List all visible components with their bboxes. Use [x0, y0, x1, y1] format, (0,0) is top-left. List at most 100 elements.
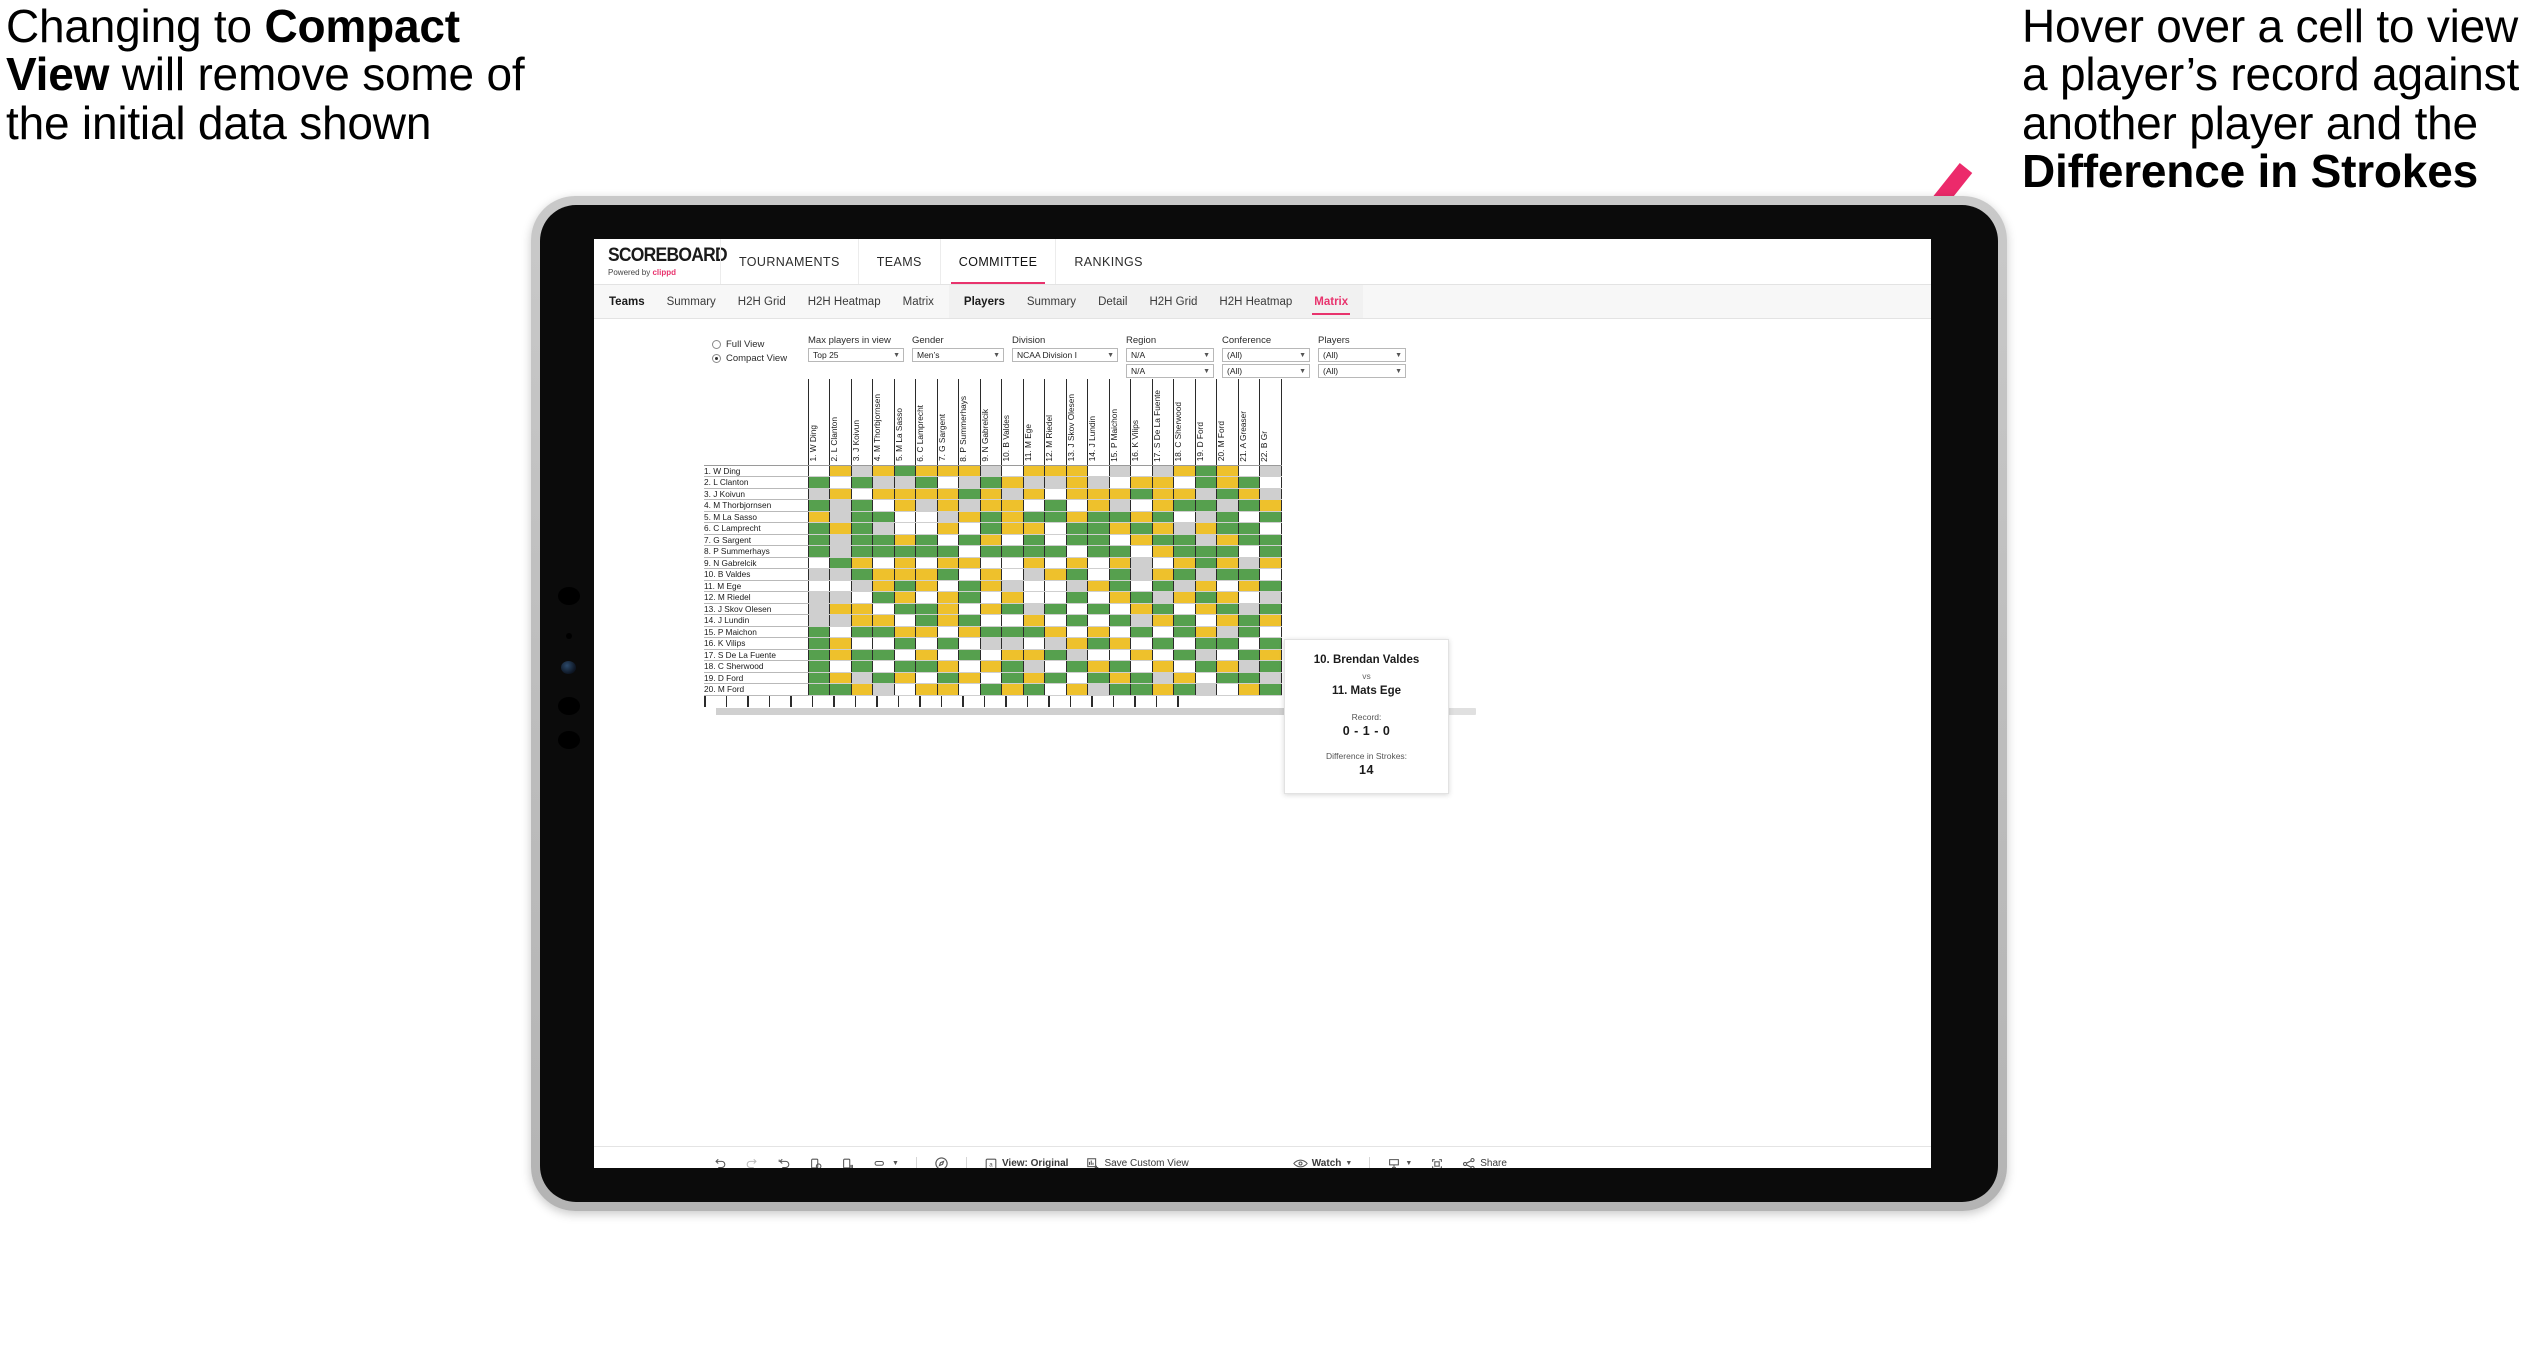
matrix-cell[interactable]: [1044, 637, 1066, 650]
matrix-cell[interactable]: [1130, 557, 1152, 569]
matrix-cell[interactable]: [829, 465, 851, 477]
subnav-teams-summary[interactable]: Summary: [656, 285, 727, 319]
matrix-cell[interactable]: [1108, 499, 1131, 512]
matrix-cell[interactable]: [1022, 488, 1045, 500]
matrix-cell[interactable]: [979, 660, 1002, 673]
matrix-cell[interactable]: [1044, 534, 1066, 546]
matrix-cell[interactable]: [829, 568, 851, 581]
matrix-cell[interactable]: [1194, 476, 1217, 489]
matrix-cell[interactable]: [1151, 499, 1174, 512]
matrix-cell[interactable]: [958, 672, 980, 684]
matrix-cell[interactable]: [893, 511, 916, 523]
matrix-cell[interactable]: [1087, 568, 1109, 581]
matrix-cell[interactable]: [850, 511, 873, 523]
matrix-cell[interactable]: [850, 534, 873, 546]
matrix-cell[interactable]: [936, 545, 959, 558]
matrix-cell[interactable]: [1259, 568, 1282, 581]
matrix-cell[interactable]: [1151, 568, 1174, 581]
matrix-cell[interactable]: [1130, 465, 1152, 477]
matrix-cell[interactable]: [1151, 511, 1174, 523]
matrix-cell[interactable]: [1130, 637, 1152, 650]
matrix-cell[interactable]: [979, 580, 1002, 592]
matrix-cell[interactable]: [1151, 660, 1174, 673]
matrix-cell[interactable]: [1259, 637, 1282, 650]
matrix-cell[interactable]: [958, 637, 980, 650]
matrix-cell[interactable]: [958, 660, 980, 673]
matrix-cell[interactable]: [1108, 660, 1131, 673]
matrix-cell[interactable]: [958, 557, 980, 569]
matrix-cell[interactable]: [1065, 591, 1088, 604]
matrix-cell[interactable]: [979, 649, 1002, 661]
matrix-cell[interactable]: [1001, 499, 1023, 512]
matrix-cell[interactable]: [1194, 591, 1217, 604]
matrix-cell[interactable]: [1194, 649, 1217, 661]
matrix-cell[interactable]: [1173, 534, 1195, 546]
matrix-cell[interactable]: [936, 511, 959, 523]
matrix-cell[interactable]: [1044, 557, 1066, 569]
matrix-cell[interactable]: [872, 660, 894, 673]
matrix-cell[interactable]: [829, 545, 851, 558]
matrix-cell[interactable]: [1237, 534, 1260, 546]
matrix-cell[interactable]: [1216, 626, 1238, 638]
matrix-cell[interactable]: [1065, 511, 1088, 523]
matrix-cell[interactable]: [1151, 683, 1174, 696]
matrix-cell[interactable]: [850, 545, 873, 558]
matrix-cell[interactable]: [936, 580, 959, 592]
matrix-cell[interactable]: [1173, 476, 1195, 489]
matrix-cell[interactable]: [872, 465, 894, 477]
matrix-cell[interactable]: [915, 603, 937, 615]
save-custom-view-button[interactable]: Save Custom View: [1077, 1157, 1197, 1168]
matrix-cell[interactable]: [1001, 603, 1023, 615]
matrix-cell[interactable]: [1237, 499, 1260, 512]
matrix-cell[interactable]: [850, 522, 873, 535]
matrix-cell[interactable]: [1044, 591, 1066, 604]
matrix-cell[interactable]: [1001, 649, 1023, 661]
matrix-cell[interactable]: [1108, 683, 1131, 696]
matrix-cell[interactable]: [1087, 476, 1109, 489]
matrix-cell[interactable]: [1044, 660, 1066, 673]
matrix-cell[interactable]: [1151, 603, 1174, 615]
filter-division-select[interactable]: NCAA Division I ▼: [1012, 348, 1118, 362]
matrix-cell[interactable]: [1108, 580, 1131, 592]
matrix-cell[interactable]: [979, 534, 1002, 546]
matrix-cell[interactable]: [850, 488, 873, 500]
matrix-cell[interactable]: [1259, 534, 1282, 546]
matrix-cell[interactable]: [1216, 637, 1238, 650]
matrix-cell[interactable]: [1216, 580, 1238, 592]
matrix-cell[interactable]: [979, 465, 1002, 477]
matrix-cell[interactable]: [1173, 672, 1195, 684]
matrix-cell[interactable]: [1216, 511, 1238, 523]
matrix-cell[interactable]: [1173, 614, 1195, 627]
matrix-cell[interactable]: [936, 626, 959, 638]
matrix-cell[interactable]: [1065, 614, 1088, 627]
matrix-cell[interactable]: [893, 614, 916, 627]
matrix-cell[interactable]: [979, 499, 1002, 512]
matrix-cell[interactable]: [979, 488, 1002, 500]
matrix-cell[interactable]: [1044, 683, 1066, 696]
matrix-cell[interactable]: [829, 603, 851, 615]
matrix-cell[interactable]: [1065, 534, 1088, 546]
matrix-cell[interactable]: [1173, 568, 1195, 581]
matrix-cell[interactable]: [1087, 557, 1109, 569]
matrix-cell[interactable]: [1259, 557, 1282, 569]
matrix-cell[interactable]: [850, 476, 873, 489]
matrix-cell[interactable]: [1216, 545, 1238, 558]
matrix-cell[interactable]: [1130, 568, 1152, 581]
matrix-cell[interactable]: [1044, 672, 1066, 684]
matrix-cell[interactable]: [1108, 626, 1131, 638]
share-button[interactable]: Share: [1453, 1157, 1516, 1168]
matrix-cell[interactable]: [1173, 499, 1195, 512]
matrix-cell[interactable]: [1044, 626, 1066, 638]
subnav-players-h2h-grid[interactable]: H2H Grid: [1138, 285, 1208, 319]
matrix-cell[interactable]: [829, 649, 851, 661]
matrix-cell[interactable]: [958, 649, 980, 661]
topnav-teams[interactable]: TEAMS: [857, 239, 940, 284]
matrix-cell[interactable]: [1044, 614, 1066, 627]
matrix-cell[interactable]: [1087, 580, 1109, 592]
matrix-cell[interactable]: [807, 603, 830, 615]
matrix-cell[interactable]: [1216, 557, 1238, 569]
matrix-cell[interactable]: [807, 476, 830, 489]
matrix-cell[interactable]: [850, 626, 873, 638]
matrix-cell[interactable]: [1259, 683, 1282, 696]
matrix-cell[interactable]: [1001, 626, 1023, 638]
